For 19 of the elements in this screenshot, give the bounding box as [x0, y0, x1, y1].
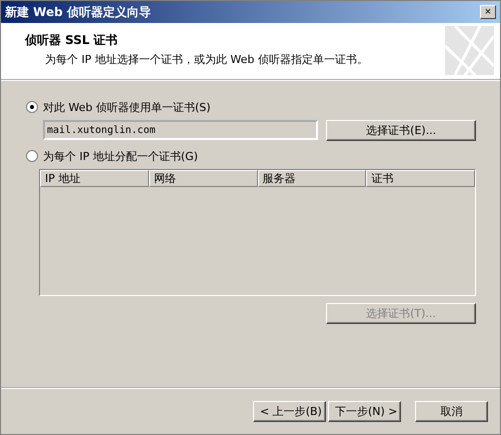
radio-button[interactable]: [26, 101, 38, 113]
select-certificate-button[interactable]: 选择证书(E)...: [326, 120, 476, 141]
window-title: 新建 Web 侦听器定义向导: [5, 4, 151, 20]
next-button[interactable]: 下一步(N) >: [328, 401, 401, 422]
wizard-graphic-icon: [445, 26, 494, 75]
column-header[interactable]: IP 地址: [40, 170, 149, 187]
certificate-field[interactable]: mail.xutonglin.com: [43, 120, 318, 140]
radio-button[interactable]: [26, 150, 38, 162]
certificate-list[interactable]: IP 地址 网络 服务器 证书: [39, 169, 476, 296]
option-label[interactable]: 对此 Web 侦听器使用单一证书(S): [43, 100, 211, 114]
close-button[interactable]: ×: [480, 5, 496, 19]
back-button[interactable]: < 上一步(B): [253, 401, 326, 422]
column-header[interactable]: 服务器: [258, 170, 366, 187]
cancel-button[interactable]: 取消: [415, 401, 488, 422]
column-header[interactable]: 证书: [366, 170, 475, 187]
page-title: 侦听器 SSL 证书: [25, 32, 119, 49]
column-header[interactable]: 网络: [148, 170, 258, 187]
option-label[interactable]: 为每个 IP 地址分配一个证书(G): [43, 148, 198, 164]
page-subtitle: 为每个 IP 地址选择一个证书，或为此 Web 侦听器指定单一证书。: [44, 52, 368, 67]
